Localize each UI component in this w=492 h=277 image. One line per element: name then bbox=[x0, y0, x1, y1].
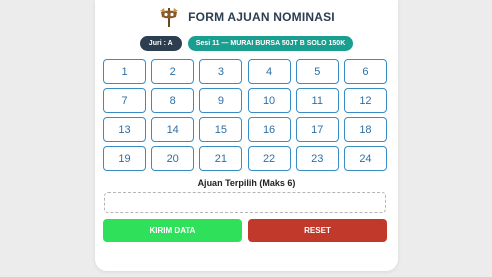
number-button-2[interactable]: 2 bbox=[151, 59, 195, 84]
number-button-15[interactable]: 15 bbox=[199, 117, 243, 142]
number-button-12[interactable]: 12 bbox=[343, 88, 387, 113]
mask-logo-icon bbox=[160, 8, 179, 27]
selected-nominations-box bbox=[104, 192, 386, 213]
number-button-16[interactable]: 16 bbox=[247, 117, 291, 142]
number-button-21[interactable]: 21 bbox=[199, 146, 243, 171]
form-header: FORM AJUAN NOMINASI bbox=[95, 4, 398, 30]
info-badges: Juri : A Sesi 11 — MURAI BURSA 50JT B SO… bbox=[95, 36, 398, 51]
number-button-3[interactable]: 3 bbox=[199, 59, 243, 84]
number-button-11[interactable]: 11 bbox=[295, 88, 339, 113]
number-button-13[interactable]: 13 bbox=[103, 117, 146, 142]
reset-button[interactable]: RESET bbox=[248, 219, 387, 242]
number-grid: 1 2 3 4 5 6 7 8 9 10 11 12 13 14 15 16 1… bbox=[103, 59, 387, 171]
number-button-14[interactable]: 14 bbox=[151, 117, 195, 142]
number-button-5[interactable]: 5 bbox=[295, 59, 339, 84]
number-button-19[interactable]: 19 bbox=[103, 146, 146, 171]
number-button-22[interactable]: 22 bbox=[247, 146, 291, 171]
selected-label: Ajuan Terpilih (Maks 6) bbox=[197, 178, 296, 188]
number-button-18[interactable]: 18 bbox=[343, 117, 387, 142]
form-title: FORM AJUAN NOMINASI bbox=[188, 10, 335, 24]
judge-badge: Juri : A bbox=[139, 36, 182, 51]
number-button-6[interactable]: 6 bbox=[343, 59, 387, 84]
submit-button[interactable]: KIRIM DATA bbox=[103, 219, 242, 242]
session-badge: Sesi 11 — MURAI BURSA 50JT B SOLO 150K bbox=[187, 36, 354, 51]
number-button-8[interactable]: 8 bbox=[151, 88, 195, 113]
number-button-17[interactable]: 17 bbox=[295, 117, 339, 142]
number-button-4[interactable]: 4 bbox=[247, 59, 291, 84]
nomination-form-card: FORM AJUAN NOMINASI Juri : A Sesi 11 — M… bbox=[95, 0, 398, 271]
number-button-1[interactable]: 1 bbox=[103, 59, 146, 84]
number-button-9[interactable]: 9 bbox=[199, 88, 243, 113]
number-button-24[interactable]: 24 bbox=[343, 146, 387, 171]
number-button-20[interactable]: 20 bbox=[151, 146, 195, 171]
number-button-7[interactable]: 7 bbox=[103, 88, 146, 113]
number-button-23[interactable]: 23 bbox=[295, 146, 339, 171]
number-button-10[interactable]: 10 bbox=[247, 88, 291, 113]
